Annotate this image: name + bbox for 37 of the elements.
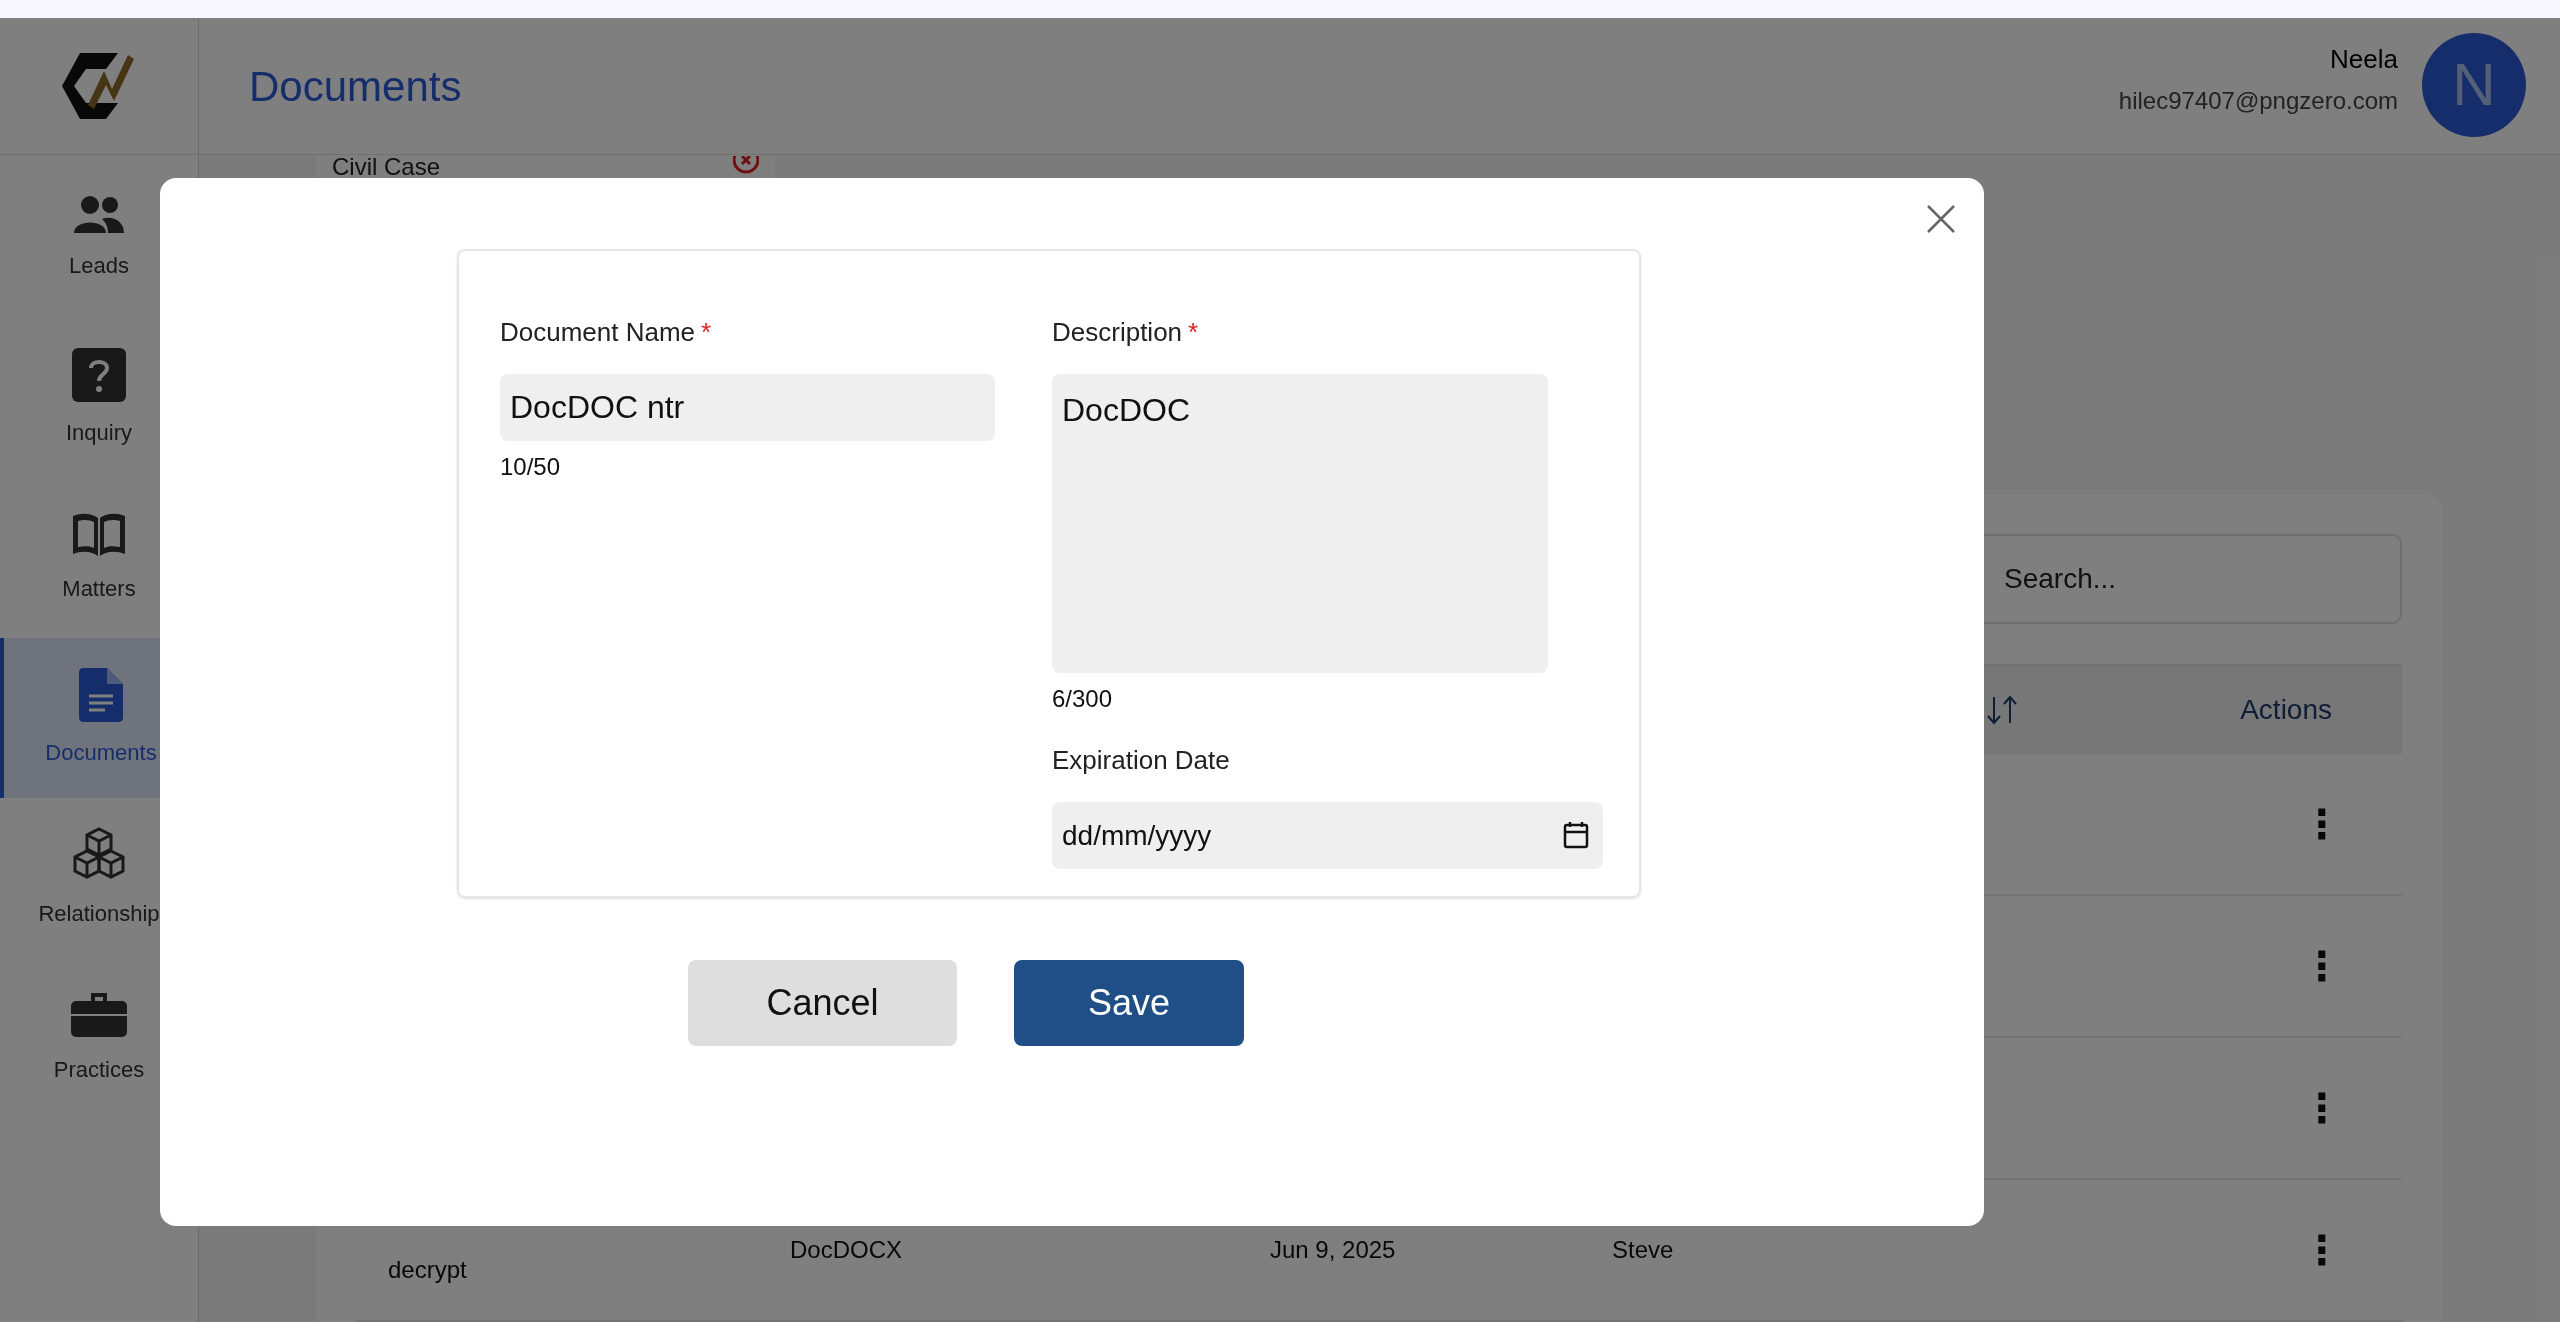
more-options-button[interactable]: ⋮ <box>2302 1088 2342 1128</box>
column-header[interactable]: Actions <box>2240 689 2332 731</box>
character-counter: 6/300 <box>1052 684 1114 714</box>
people-icon <box>72 194 126 235</box>
more-options-button[interactable]: ⋮ <box>2302 804 2342 844</box>
briefcase-icon <box>71 990 127 1039</box>
description-field[interactable]: DocDOC <box>1052 374 1548 673</box>
nav-item[interactable]: Leads <box>0 158 198 318</box>
table-cell: Steve <box>1612 1236 1674 1263</box>
question-icon <box>72 347 126 402</box>
document-name-field[interactable]: DocDOC ntr <box>500 374 995 441</box>
required-mark: * <box>701 316 712 349</box>
more-options-button[interactable]: ⋮ <box>2302 1230 2342 1270</box>
more-options-button[interactable]: ⋮ <box>2302 946 2342 986</box>
table-cell: decrypt <box>388 1256 467 1283</box>
nav-item[interactable]: Inquiry <box>0 318 198 478</box>
table-cell: Jun 9, 2025 <box>1270 1236 1396 1263</box>
cancel-button[interactable]: Cancel <box>688 960 957 1046</box>
field-label: Expiration Date <box>1052 744 1230 777</box>
save-button[interactable]: Save <box>1014 960 1244 1046</box>
page-title: Documents <box>249 61 462 112</box>
book-icon <box>71 511 127 558</box>
date-field[interactable]: dd/mm/yyyy <box>1052 802 1603 869</box>
document-icon <box>79 667 123 722</box>
table-cell: DocDOCX <box>790 1236 903 1263</box>
nav-item[interactable]: Matters <box>0 478 198 638</box>
field-label: Description <box>1052 316 1183 349</box>
nav-item[interactable]: Relationship <box>0 798 198 958</box>
filter-chip[interactable]: Civil Case <box>316 155 775 179</box>
nav-item[interactable]: Practices <box>0 958 198 1118</box>
character-counter: 10/50 <box>500 452 562 482</box>
required-mark: * <box>1188 316 1199 349</box>
user-name: Neela <box>2330 42 2398 76</box>
user-email: hilec97407@pngzero.com <box>2118 85 2398 116</box>
close-icon[interactable] <box>1926 204 1956 234</box>
field-label: Document Name <box>500 316 696 349</box>
calendar-icon[interactable] <box>1563 821 1589 849</box>
